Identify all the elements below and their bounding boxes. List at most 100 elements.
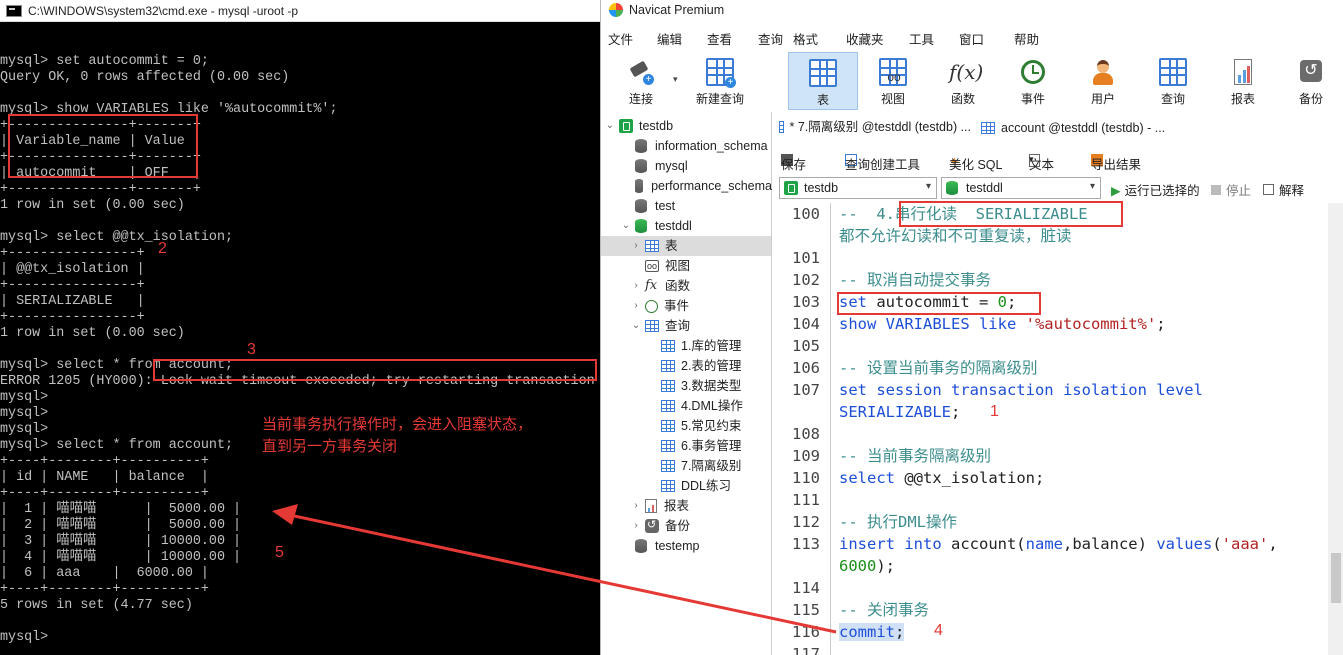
database-icon [635, 159, 647, 173]
tree-db-test[interactable]: test [635, 196, 675, 216]
database-select[interactable]: testddl ▾ [941, 177, 1101, 199]
function-button[interactable]: f(x) 函数 [933, 52, 993, 110]
query-file-icon [661, 440, 675, 452]
line-number-gutter: 100 101 102 103 104 105 106 107 108 109 110 111 112 1… [773, 203, 831, 655]
cmd-line: | 6 | aaa | 6000.00 | [0, 566, 209, 581]
line-number: 108 [792, 425, 820, 443]
query-button[interactable]: 查询 [1143, 52, 1203, 110]
line-number: 117 [792, 645, 820, 655]
cmd-line: 1 row in set (0.00 sec) [0, 198, 185, 213]
chevron-right-icon[interactable]: › [631, 296, 641, 316]
menu-file[interactable]: 文件 [608, 29, 633, 48]
connect-dropdown-icon[interactable]: ▾ [673, 74, 678, 85]
cmd-line: +---------------+-------+ [0, 182, 201, 197]
tree-connection-testdb[interactable]: ⌄ testdb [605, 116, 673, 136]
tree-queries[interactable]: ⌄ 查询 [631, 316, 690, 336]
tree-tables[interactable]: › 表 [601, 236, 771, 256]
chevron-right-icon[interactable]: › [631, 276, 641, 296]
tree-views[interactable]: 视图 [645, 256, 690, 276]
query-icon [1159, 58, 1187, 86]
user-icon [1089, 58, 1117, 86]
menu-query[interactable]: 查询 [758, 29, 783, 48]
stop-button[interactable]: 停止 [1211, 180, 1251, 199]
chevron-right-icon[interactable]: › [631, 496, 641, 516]
cmd-line: | 4 | 喵喵喵 | 10000.00 | [0, 550, 242, 565]
cmd-line: | 3 | 喵喵喵 | 10000.00 | [0, 534, 242, 549]
chevron-right-icon[interactable]: › [631, 236, 641, 256]
chevron-down-icon[interactable]: ⌄ [631, 316, 641, 336]
chevron-right-icon[interactable]: › [631, 516, 641, 536]
sql-editor[interactable]: -- 4.串行化读 SERIALIZABLE 都不允许幻读和不可重复读，脏读 -… [839, 203, 1329, 655]
code-line-100-wrap: 都不允许幻读和不可重复读，脏读 [839, 227, 1072, 245]
menu-favorites[interactable]: 收藏夹 [846, 29, 884, 48]
cmd-line: +----+--------+----------+ [0, 486, 209, 501]
menu-view[interactable]: 查看 [707, 29, 732, 48]
run-selected-button[interactable]: ▶ 运行已选择的 [1111, 180, 1200, 199]
tree-query-item[interactable]: DDL练习 [661, 476, 731, 496]
view-button[interactable]: oo 视图 [863, 52, 923, 110]
menu-edit[interactable]: 编辑 [657, 29, 682, 48]
tree-query-item[interactable]: 7.隔离级别 [661, 456, 741, 476]
cmd-line: Query OK, 0 rows affected (0.00 sec) [0, 70, 290, 85]
line-number: 110 [792, 469, 820, 487]
object-tree[interactable]: ⌄ testdb information_schema mysql perfor… [601, 112, 772, 655]
database-icon [635, 199, 647, 213]
table-button[interactable]: 表 [788, 52, 858, 110]
database-icon [635, 219, 647, 233]
user-button[interactable]: 用户 [1073, 52, 1133, 110]
editor-tabs: * 7.隔离级别 @testddl (testdb) ... account @… [773, 116, 1343, 140]
line-number: 104 [792, 315, 820, 333]
tree-query-item[interactable]: 6.事务管理 [661, 436, 741, 456]
new-query-button[interactable]: + 新建查询 [689, 52, 751, 110]
code-line-112: -- 执行DML操作 [839, 513, 957, 531]
tree-query-item[interactable]: 3.数据类型 [661, 376, 741, 396]
menu-format[interactable]: 格式 [793, 29, 818, 48]
backup-button[interactable]: ↺ 备份 [1283, 52, 1339, 110]
tree-events[interactable]: › 事件 [631, 296, 689, 316]
tree-db-performance-schema[interactable]: performance_schema [635, 176, 772, 196]
table-icon [981, 122, 995, 134]
editor-scrollbar[interactable] [1328, 203, 1343, 655]
event-button[interactable]: 事件 [1003, 52, 1063, 110]
tab-isolation-query[interactable]: * 7.隔离级别 @testddl (testdb) ... [773, 116, 971, 140]
tree-db-information-schema[interactable]: information_schema [635, 136, 768, 156]
chevron-down-icon[interactable]: ⌄ [621, 216, 631, 236]
cmd-window[interactable]: C:\WINDOWS\system32\cmd.exe - mysql -uro… [0, 0, 600, 655]
connection-select[interactable]: testdb ▾ [779, 177, 937, 199]
connect-button[interactable]: + 连接 [611, 52, 671, 110]
tree-db-testddl[interactable]: ⌄ testddl [621, 216, 692, 236]
navicat-window[interactable]: Navicat Premium 文件 编辑 查看 查询 格式 收藏夹 工具 窗口… [600, 0, 1343, 655]
scrollbar-thumb[interactable] [1331, 553, 1341, 603]
tree-db-mysql[interactable]: mysql [635, 156, 688, 176]
explain-button[interactable]: 解释 [1263, 180, 1304, 199]
navicat-titlebar[interactable]: Navicat Premium [601, 0, 1343, 20]
function-icon: fx [645, 278, 658, 293]
tree-query-item[interactable]: 4.DML操作 [661, 396, 743, 416]
cmd-title: C:\WINDOWS\system32\cmd.exe - mysql -uro… [28, 3, 299, 18]
line-number: 113 [792, 535, 820, 553]
connection-icon [619, 119, 633, 133]
menu-tools[interactable]: 工具 [909, 29, 934, 48]
line-number: 103 [792, 293, 820, 311]
code-line-110: select @@tx_isolation; [839, 469, 1045, 487]
tree-query-item[interactable]: 5.常见约束 [661, 416, 741, 436]
cmd-titlebar[interactable]: C:\WINDOWS\system32\cmd.exe - mysql -uro… [0, 0, 600, 22]
report-button[interactable]: 报表 [1213, 52, 1273, 110]
tree-backups[interactable]: › 备份 [631, 515, 690, 536]
tree-query-item[interactable]: 1.库的管理 [661, 336, 741, 356]
tree-db-testemp[interactable]: testemp [635, 536, 699, 556]
tab-account-table[interactable]: account @testddl (testdb) - ... [975, 116, 1173, 140]
tree-functions[interactable]: › fx 函数 [631, 276, 690, 296]
annotation-5: 5 [275, 544, 284, 561]
menu-window[interactable]: 窗口 [959, 29, 984, 48]
explain-icon [1263, 184, 1274, 195]
cmd-line: +----------------+ [0, 246, 145, 261]
chevron-down-icon[interactable]: ⌄ [605, 116, 615, 136]
menu-help[interactable]: 帮助 [1014, 29, 1039, 48]
tree-reports[interactable]: › 报表 [631, 496, 689, 516]
chevron-down-icon: ▾ [1089, 181, 1095, 192]
cmd-line: | 2 | 喵喵喵 | 5000.00 | [0, 518, 242, 533]
code-line-102: -- 取消自动提交事务 [839, 271, 991, 289]
tree-query-item[interactable]: 2.表的管理 [661, 356, 741, 376]
query-file-icon [661, 360, 675, 372]
